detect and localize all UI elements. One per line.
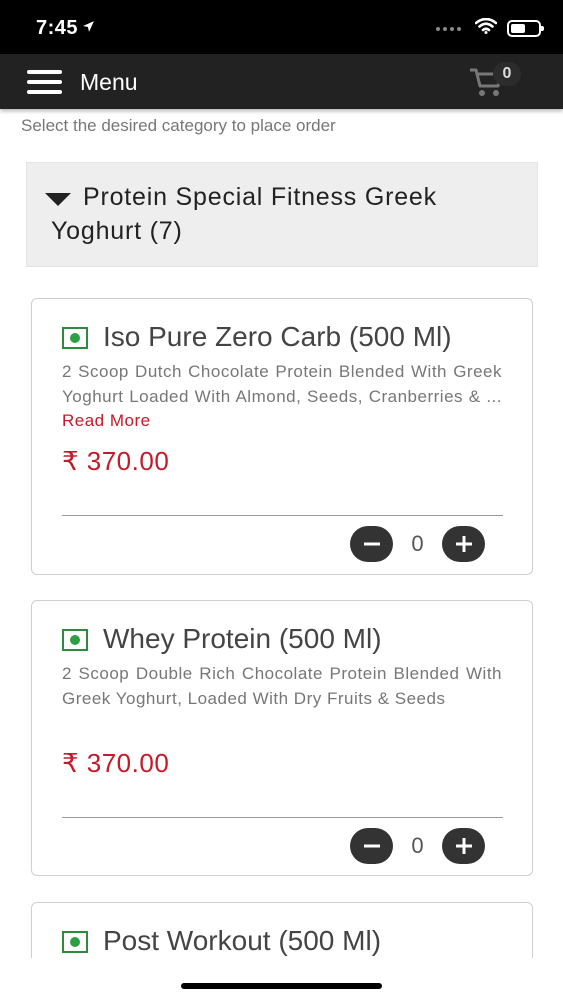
wifi-icon (474, 17, 498, 39)
quantity-value: 0 (411, 833, 424, 858)
veg-indicator-icon (62, 931, 88, 953)
veg-indicator-icon (62, 629, 88, 651)
veg-indicator-icon (62, 327, 88, 349)
quantity-value: 0 (411, 531, 424, 556)
minus-icon (363, 844, 380, 848)
hamburger-menu-icon[interactable] (27, 70, 62, 94)
divider (62, 515, 503, 516)
plus-icon (455, 838, 472, 854)
category-header[interactable]: Protein Special Fitness Greek Yoghurt (7… (26, 162, 538, 267)
decrease-quantity-button[interactable] (350, 526, 393, 562)
item-price: ₹ 370.00 (62, 748, 170, 778)
menu-item-card: Iso Pure Zero Carb (500 Ml) 2 Scoop Dutc… (31, 298, 533, 575)
increase-quantity-button[interactable] (442, 828, 485, 864)
status-time: 7:45 (36, 16, 95, 40)
location-arrow-icon (82, 16, 95, 39)
cart-button[interactable]: 0 (469, 62, 521, 100)
category-title: Protein Special Fitness Greek Yoghurt (7… (51, 183, 437, 245)
menu-item-card: Post Workout (500 Ml) (31, 902, 533, 958)
status-bar: 7:45 (0, 0, 563, 54)
status-time-text: 7:45 (36, 17, 79, 39)
read-more-link[interactable]: Read More (62, 411, 151, 430)
item-description: 2 Scoop Dutch Chocolate Protein Blended … (62, 360, 502, 434)
quantity-stepper: 0 (350, 526, 485, 562)
plus-icon (455, 536, 472, 552)
cart-count-badge: 0 (493, 62, 521, 86)
decrease-quantity-button[interactable] (350, 828, 393, 864)
battery-icon (507, 20, 544, 37)
item-title: Iso Pure Zero Carb (500 Ml) (103, 321, 452, 352)
item-description: 2 Scoop Double Rich Chocolate Protein Bl… (62, 664, 502, 708)
menu-label[interactable]: Menu (80, 69, 138, 96)
menu-item-card: Whey Protein (500 Ml) 2 Scoop Double Ric… (31, 600, 533, 876)
item-price: ₹ 370.00 (62, 446, 170, 476)
item-title: Post Workout (500 Ml) (103, 925, 382, 956)
item-description-text: 2 Scoop Dutch Chocolate Protein Blended … (62, 362, 502, 406)
divider (62, 817, 503, 818)
home-indicator[interactable] (181, 983, 382, 989)
item-title: Whey Protein (500 Ml) (103, 623, 382, 654)
instruction-text: Select the desired category to place ord… (21, 116, 336, 135)
app-header: Menu 0 (0, 54, 563, 109)
status-indicators (436, 17, 544, 39)
quantity-stepper: 0 (350, 828, 485, 864)
minus-icon (363, 542, 380, 546)
increase-quantity-button[interactable] (442, 526, 485, 562)
cellular-signal-icon (436, 26, 461, 31)
